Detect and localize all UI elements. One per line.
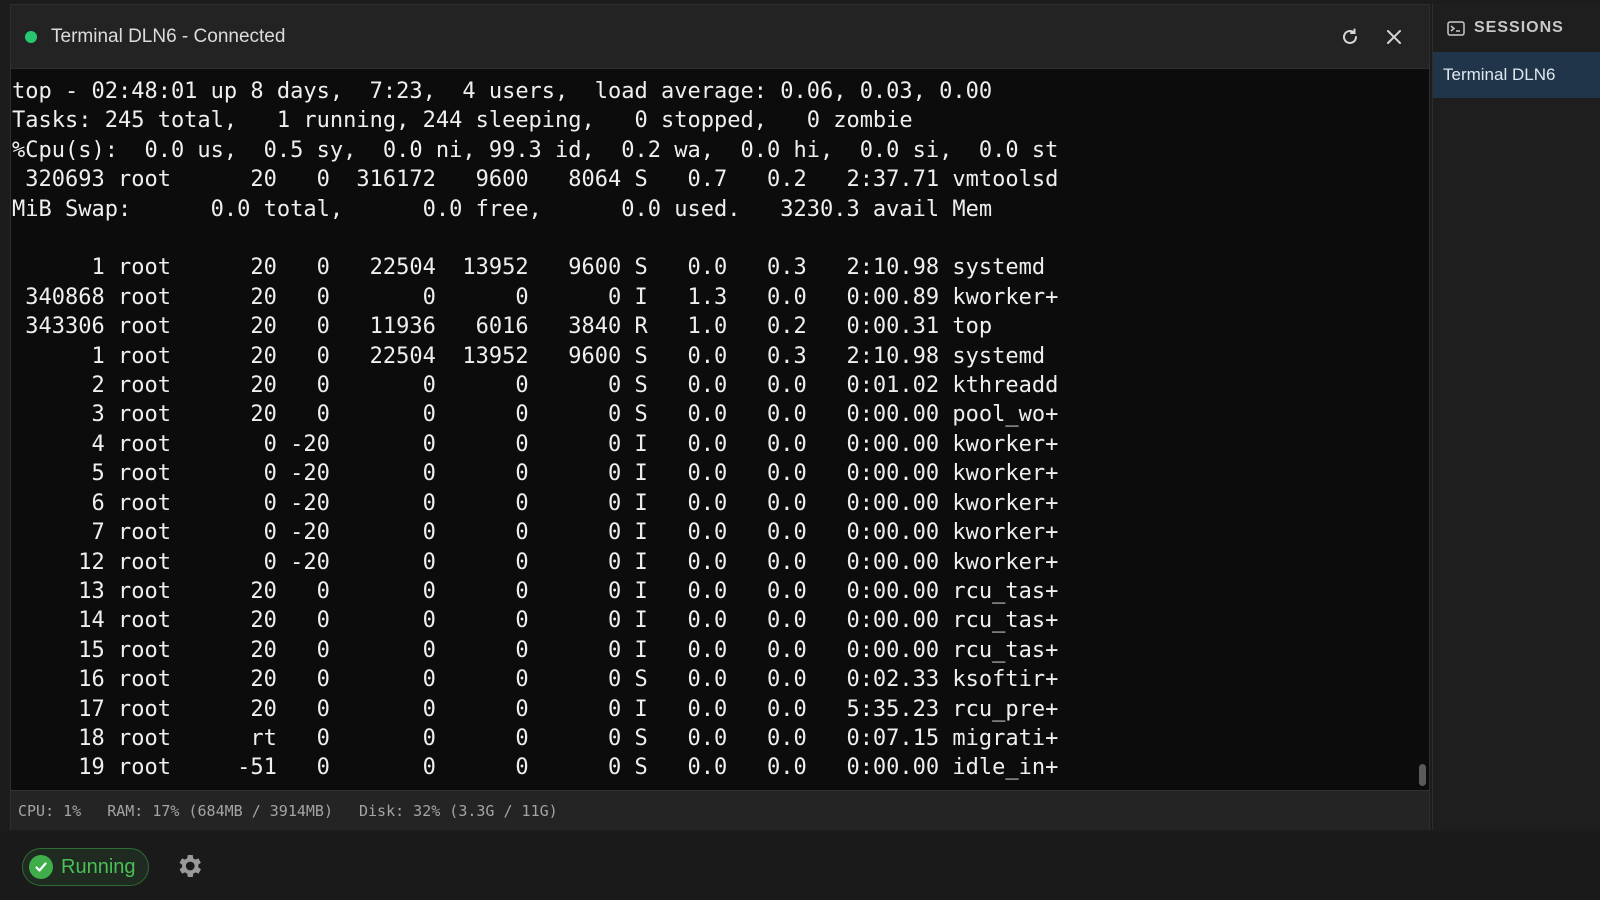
terminal-line: top - 02:48:01 up 8 days, 7:23, 4 users,… — [12, 79, 993, 104]
terminal-line: 320693 root 20 0 316172 9600 8064 S 0.7 … — [12, 167, 1059, 193]
bottom-bar: Running — [0, 832, 1600, 900]
gear-icon — [179, 855, 201, 877]
terminal-scrollbar[interactable] — [1415, 69, 1429, 790]
terminal-line: 19 root -51 0 0 0 0 S 0.0 0.0 0:00.00 id… — [12, 755, 1059, 781]
terminal-line: 3 root 20 0 0 0 0 S 0.0 0.0 0:00.00 pool… — [12, 402, 1059, 428]
terminal-line: MiB Swap: 0.0 total, 0.0 free, 0.0 used.… — [12, 196, 993, 222]
refresh-button[interactable] — [1333, 20, 1367, 54]
terminal-line: 4 root 0 -20 0 0 0 I 0.0 0.0 0:00.00 kwo… — [12, 431, 1059, 457]
close-button[interactable] — [1377, 20, 1411, 54]
terminal-line: 14 root 20 0 0 0 0 I 0.0 0.0 0:00.00 rcu… — [12, 608, 1059, 634]
terminal-line: 1 root 20 0 22504 13952 9600 S 0.0 0.3 2… — [12, 343, 1046, 369]
terminal-line: 15 root 20 0 0 0 0 I 0.0 0.0 0:00.00 rcu… — [12, 637, 1059, 663]
terminal-window: Terminal DLN6 - Connected top - 02:48:01… — [10, 4, 1430, 830]
session-item-terminal-dln6[interactable]: Terminal DLN6 — [1433, 52, 1600, 98]
terminal-line: %Cpu(s): 0.0 us, 0.5 sy, 0.0 ni, 99.3 id… — [12, 137, 1059, 163]
terminal-line: 16 root 20 0 0 0 0 S 0.0 0.0 0:02.33 kso… — [12, 667, 1059, 693]
terminal-line: 6 root 0 -20 0 0 0 I 0.0 0.0 0:00.00 kwo… — [12, 490, 1059, 516]
sessions-header: SESSIONS — [1433, 4, 1600, 52]
refresh-icon — [1343, 28, 1357, 44]
cpu-usage: CPU: 1% — [18, 801, 82, 820]
terminal-line: 2 root 20 0 0 0 0 S 0.0 0.0 0:01.02 kthr… — [12, 373, 1059, 399]
running-status-button[interactable]: Running — [22, 848, 149, 886]
resource-status-line: CPU: 1% RAM: 17% (684MB / 3914MB) Disk: … — [11, 790, 1429, 830]
terminal-line: 7 root 0 -20 0 0 0 I 0.0 0.0 0:00.00 kwo… — [12, 520, 1059, 546]
disk-usage: Disk: 32% (3.3G / 11G) — [359, 801, 558, 820]
terminal-line: 18 root rt 0 0 0 0 S 0.0 0.0 0:07.15 mig… — [12, 725, 1059, 751]
terminal-line: 17 root 20 0 0 0 0 I 0.0 0.0 5:35.23 rcu… — [12, 696, 1059, 722]
terminal-titlebar: Terminal DLN6 - Connected — [11, 5, 1429, 69]
terminal-icon — [1447, 20, 1465, 36]
terminal-line: 1 root 20 0 22504 13952 9600 S 0.0 0.3 2… — [12, 255, 1046, 281]
terminal-line: 12 root 0 -20 0 0 0 I 0.0 0.0 0:00.00 kw… — [12, 549, 1059, 575]
check-circle-icon — [29, 855, 53, 879]
running-status-label: Running — [61, 855, 136, 878]
terminal-line: 5 root 0 -20 0 0 0 I 0.0 0.0 0:00.00 kwo… — [12, 461, 1059, 487]
terminal-line: 13 root 20 0 0 0 0 I 0.0 0.0 0:00.00 rcu… — [12, 578, 1059, 604]
sessions-sidebar: SESSIONS Terminal DLN6 — [1432, 4, 1600, 830]
connection-status-dot — [25, 30, 37, 43]
terminal-line: 343306 root 20 0 11936 6016 3840 R 1.0 0… — [12, 314, 993, 340]
window-title: Terminal DLN6 - Connected — [51, 25, 286, 47]
terminal-text: top - 02:48:01 up 8 days, 7:23, 4 users,… — [11, 69, 1415, 783]
terminal-line: Tasks: 245 total, 1 running, 244 sleepin… — [12, 108, 913, 134]
terminal-output[interactable]: top - 02:48:01 up 8 days, 7:23, 4 users,… — [11, 69, 1415, 790]
sessions-title: SESSIONS — [1474, 19, 1564, 36]
terminal-line: 340868 root 20 0 0 0 0 I 1.3 0.0 0:00.89… — [12, 284, 1059, 310]
scrollbar-thumb[interactable] — [1419, 764, 1426, 786]
settings-button[interactable] — [174, 851, 204, 886]
close-icon — [1387, 29, 1401, 44]
ram-usage: RAM: 17% (684MB / 3914MB) — [107, 801, 333, 820]
session-item-label: Terminal DLN6 — [1443, 65, 1556, 84]
